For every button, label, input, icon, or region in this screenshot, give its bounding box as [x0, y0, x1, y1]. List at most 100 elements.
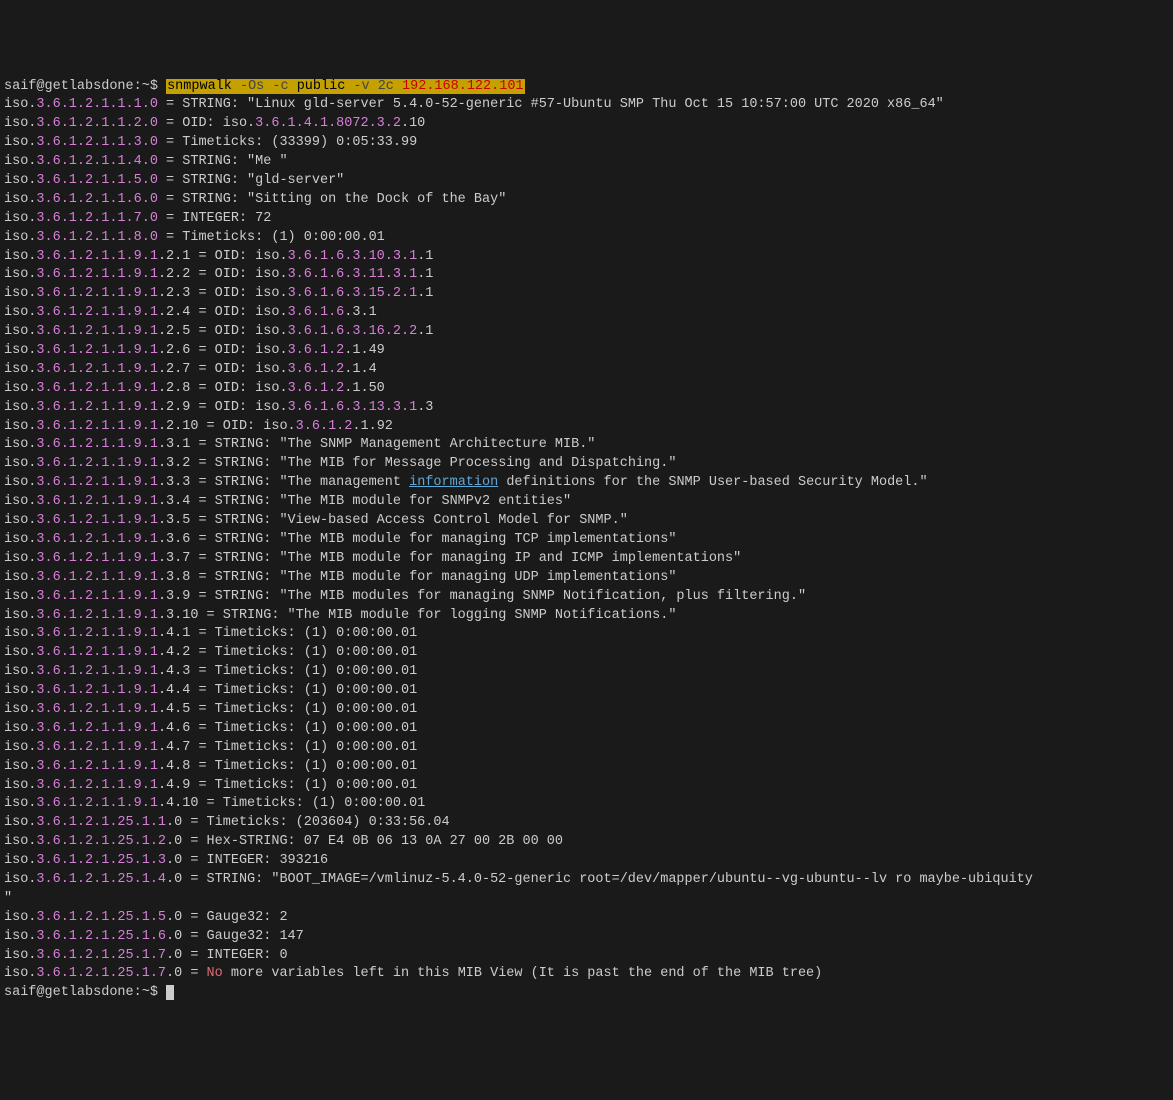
oid-segment: 3.6.1.2.1.1.9.1	[36, 570, 158, 585]
oid-segment: 3.6.1.2.1.1.6.0	[36, 192, 158, 207]
output-line: "	[4, 890, 1169, 909]
oid-segment: 3.6.1.6.3.13.3.1	[288, 400, 418, 415]
oid-segment: 3.6.1.2.1.25.1.5	[36, 910, 166, 925]
prompt-path: ~	[142, 985, 150, 1000]
oid-segment: 3.6.1.2.1.1.9.1	[36, 759, 158, 774]
output-line: iso.3.6.1.2.1.1.9.1.4.6 = Timeticks: (1)…	[4, 720, 1169, 739]
output-line: iso.3.6.1.2.1.1.6.0 = STRING: "Sitting o…	[4, 191, 1169, 210]
output-line: iso.3.6.1.2.1.1.3.0 = Timeticks: (33399)…	[4, 134, 1169, 153]
prompt-host: getlabsdone	[45, 985, 134, 1000]
prompt-path: ~	[142, 79, 150, 94]
error-keyword: No	[207, 966, 223, 981]
output-line: iso.3.6.1.2.1.1.9.1.2.8 = OID: iso.3.6.1…	[4, 380, 1169, 399]
oid-segment: 3.6.1.2.1.1.9.1	[36, 324, 158, 339]
output-line: iso.3.6.1.2.1.25.1.7.0 = No more variabl…	[4, 965, 1169, 984]
oid-segment: 3.6.1.6	[288, 305, 345, 320]
oid-segment: 3.6.1.2	[288, 362, 345, 377]
command-opts2: -v 2c	[345, 79, 402, 94]
oid-segment: 3.6.1.2.1.1.7.0	[36, 211, 158, 226]
oid-segment: 3.6.1.2.1.1.9.1	[36, 267, 158, 282]
output-line: iso.3.6.1.2.1.1.9.1.4.8 = Timeticks: (1)…	[4, 758, 1169, 777]
oid-segment: 3.6.1.2.1.1.9.1	[36, 532, 158, 547]
command-name: snmpwalk	[167, 79, 232, 94]
output-line: iso.3.6.1.2.1.1.9.1.3.10 = STRING: "The …	[4, 607, 1169, 626]
output-line: iso.3.6.1.2.1.1.9.1.4.7 = Timeticks: (1)…	[4, 739, 1169, 758]
output-line: iso.3.6.1.2.1.1.9.1.3.1 = STRING: "The S…	[4, 436, 1169, 455]
oid-segment: 3.6.1.2.1.1.1.0	[36, 97, 158, 112]
oid-segment: 3.6.1.2	[288, 381, 345, 396]
output-line: iso.3.6.1.2.1.25.1.4.0 = STRING: "BOOT_I…	[4, 871, 1169, 890]
oid-segment: 3.6.1.2.1.1.9.1	[36, 419, 158, 434]
output-line: iso.3.6.1.2.1.1.9.1.3.2 = STRING: "The M…	[4, 455, 1169, 474]
output-line: iso.3.6.1.2.1.1.9.1.4.5 = Timeticks: (1)…	[4, 701, 1169, 720]
output-line: iso.3.6.1.2.1.1.9.1.4.3 = Timeticks: (1)…	[4, 663, 1169, 682]
oid-segment: 3.6.1.2.1.1.9.1	[36, 740, 158, 755]
output-line: iso.3.6.1.2.1.1.9.1.2.2 = OID: iso.3.6.1…	[4, 266, 1169, 285]
output-line: iso.3.6.1.2.1.25.1.2.0 = Hex-STRING: 07 …	[4, 833, 1169, 852]
oid-segment: 3.6.1.2.1.1.9.1	[36, 249, 158, 264]
oid-segment: 3.6.1.2.1.1.9.1	[36, 664, 158, 679]
output-line: iso.3.6.1.2.1.1.9.1.2.3 = OID: iso.3.6.1…	[4, 285, 1169, 304]
oid-segment: 3.6.1.2.1.1.9.1	[36, 778, 158, 793]
output-line: iso.3.6.1.2.1.1.7.0 = INTEGER: 72	[4, 210, 1169, 229]
oid-segment: 3.6.1.2.1.1.9.1	[36, 626, 158, 641]
oid-segment: 3.6.1.2.1.1.9.1	[36, 796, 158, 811]
oid-segment: 3.6.1.2.1.25.1.4	[36, 872, 166, 887]
output-line: iso.3.6.1.2.1.1.9.1.3.7 = STRING: "The M…	[4, 550, 1169, 569]
oid-segment: 3.6.1.2.1.1.5.0	[36, 173, 158, 188]
prompt-user: saif	[4, 79, 36, 94]
oid-segment: 3.6.1.2.1.25.1.3	[36, 853, 166, 868]
link-text[interactable]: information	[409, 475, 498, 490]
oid-segment: 3.6.1.2.1.1.4.0	[36, 154, 158, 169]
output-line: iso.3.6.1.2.1.1.4.0 = STRING: "Me "	[4, 153, 1169, 172]
output-line: iso.3.6.1.2.1.1.9.1.4.1 = Timeticks: (1)…	[4, 625, 1169, 644]
oid-segment: 3.6.1.2.1.1.9.1	[36, 551, 158, 566]
output-line: iso.3.6.1.2.1.1.9.1.3.8 = STRING: "The M…	[4, 569, 1169, 588]
oid-segment: 3.6.1.2.1.1.9.1	[36, 305, 158, 320]
output-line: iso.3.6.1.2.1.1.9.1.3.9 = STRING: "The M…	[4, 588, 1169, 607]
prompt-line[interactable]: saif@getlabsdone:~$	[4, 984, 1169, 1003]
command-opts: -Os -c	[232, 79, 297, 94]
oid-segment: 3.6.1.2.1.25.1.7	[36, 948, 166, 963]
output-line: iso.3.6.1.2.1.1.1.0 = STRING: "Linux gld…	[4, 96, 1169, 115]
output-line: iso.3.6.1.2.1.1.9.1.2.10 = OID: iso.3.6.…	[4, 418, 1169, 437]
oid-segment: 3.6.1.2.1.1.9.1	[36, 589, 158, 604]
oid-segment: 3.6.1.6.3.16.2.2	[288, 324, 418, 339]
output-line: iso.3.6.1.2.1.1.9.1.4.10 = Timeticks: (1…	[4, 795, 1169, 814]
output-line: iso.3.6.1.2.1.1.9.1.3.6 = STRING: "The M…	[4, 531, 1169, 550]
output-line: iso.3.6.1.2.1.1.9.1.4.2 = Timeticks: (1)…	[4, 644, 1169, 663]
output-line: iso.3.6.1.2.1.1.9.1.4.4 = Timeticks: (1)…	[4, 682, 1169, 701]
oid-segment: 3.6.1.2.1.25.1.1	[36, 815, 166, 830]
oid-segment: 3.6.1.2.1.1.9.1	[36, 381, 158, 396]
output-line: iso.3.6.1.2.1.1.9.1.2.4 = OID: iso.3.6.1…	[4, 304, 1169, 323]
oid-segment: 3.6.1.6.3.10.3.1	[288, 249, 418, 264]
output-line: iso.3.6.1.2.1.1.9.1.3.3 = STRING: "The m…	[4, 474, 1169, 493]
prompt-line[interactable]: saif@getlabsdone:~$ snmpwalk -Os -c publ…	[4, 78, 1169, 97]
command-ip: 192.168.122.101	[402, 79, 524, 94]
oid-segment: 3.6.1.2	[296, 419, 353, 434]
oid-segment: 3.6.1.2.1.1.9.1	[36, 362, 158, 377]
oid-segment: 3.6.1.2.1.1.9.1	[36, 437, 158, 452]
cursor-icon	[166, 985, 174, 1000]
command-highlighted: snmpwalk -Os -c public -v 2c 192.168.122…	[166, 79, 524, 94]
output-line: iso.3.6.1.2.1.1.9.1.2.6 = OID: iso.3.6.1…	[4, 342, 1169, 361]
oid-segment: 3.6.1.2.1.25.1.6	[36, 929, 166, 944]
oid-segment: 3.6.1.6.3.11.3.1	[288, 267, 418, 282]
oid-segment: 3.6.1.2.1.1.9.1	[36, 608, 158, 623]
output-line: iso.3.6.1.2.1.25.1.1.0 = Timeticks: (203…	[4, 814, 1169, 833]
oid-segment: 3.6.1.2.1.1.9.1	[36, 494, 158, 509]
oid-segment: 3.6.1.2.1.1.9.1	[36, 400, 158, 415]
output-line: iso.3.6.1.2.1.25.1.3.0 = INTEGER: 393216	[4, 852, 1169, 871]
oid-segment: 3.6.1.2.1.1.2.0	[36, 116, 158, 131]
oid-segment: 3.6.1.2.1.1.8.0	[36, 230, 158, 245]
prompt-user: saif	[4, 985, 36, 1000]
terminal-output[interactable]: saif@getlabsdone:~$ snmpwalk -Os -c publ…	[4, 78, 1169, 1004]
oid-segment: 3.6.1.2.1.1.9.1	[36, 721, 158, 736]
output-line: iso.3.6.1.2.1.1.9.1.2.9 = OID: iso.3.6.1…	[4, 399, 1169, 418]
oid-segment: 3.6.1.2.1.1.9.1	[36, 513, 158, 528]
output-line: iso.3.6.1.2.1.25.1.6.0 = Gauge32: 147	[4, 928, 1169, 947]
output-line: iso.3.6.1.2.1.1.9.1.4.9 = Timeticks: (1)…	[4, 777, 1169, 796]
output-line: iso.3.6.1.2.1.1.8.0 = Timeticks: (1) 0:0…	[4, 229, 1169, 248]
output-line: iso.3.6.1.2.1.1.9.1.2.5 = OID: iso.3.6.1…	[4, 323, 1169, 342]
oid-segment: 3.6.1.2.1.1.9.1	[36, 702, 158, 717]
